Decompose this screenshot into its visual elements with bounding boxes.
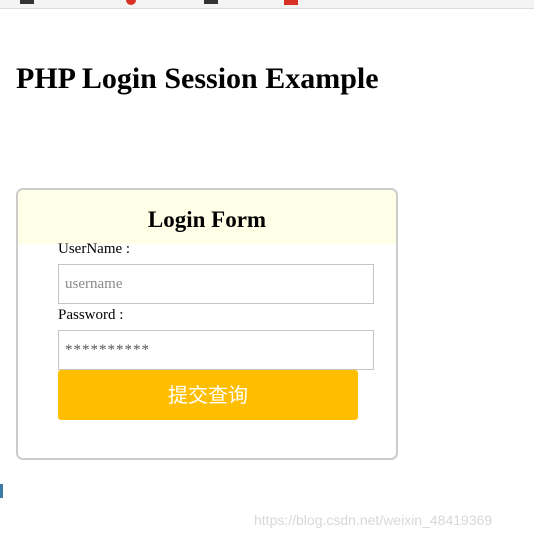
username-label: UserName : [58,241,131,257]
login-form-header: Login Form [18,190,396,244]
password-label: Password : [58,307,124,323]
login-form: Login Form UserName : Password : 提交查询 [16,188,398,460]
tab-icon[interactable] [20,0,34,4]
tab-icon[interactable] [126,0,136,5]
watermark: https://blog.csdn.net/weixin_48419369 [254,512,493,528]
left-edge-mark [0,484,3,498]
tab-icon[interactable] [284,0,298,5]
browser-tab-strip [0,0,534,9]
page-title: PHP Login Session Example [16,62,379,95]
username-input[interactable] [58,264,374,304]
page: PHP Login Session Example Login Form Use… [0,0,534,540]
tab-icon[interactable] [204,0,218,4]
login-form-title: Login Form [147,207,267,232]
submit-button[interactable]: 提交查询 [58,370,358,420]
password-input[interactable] [58,330,374,370]
